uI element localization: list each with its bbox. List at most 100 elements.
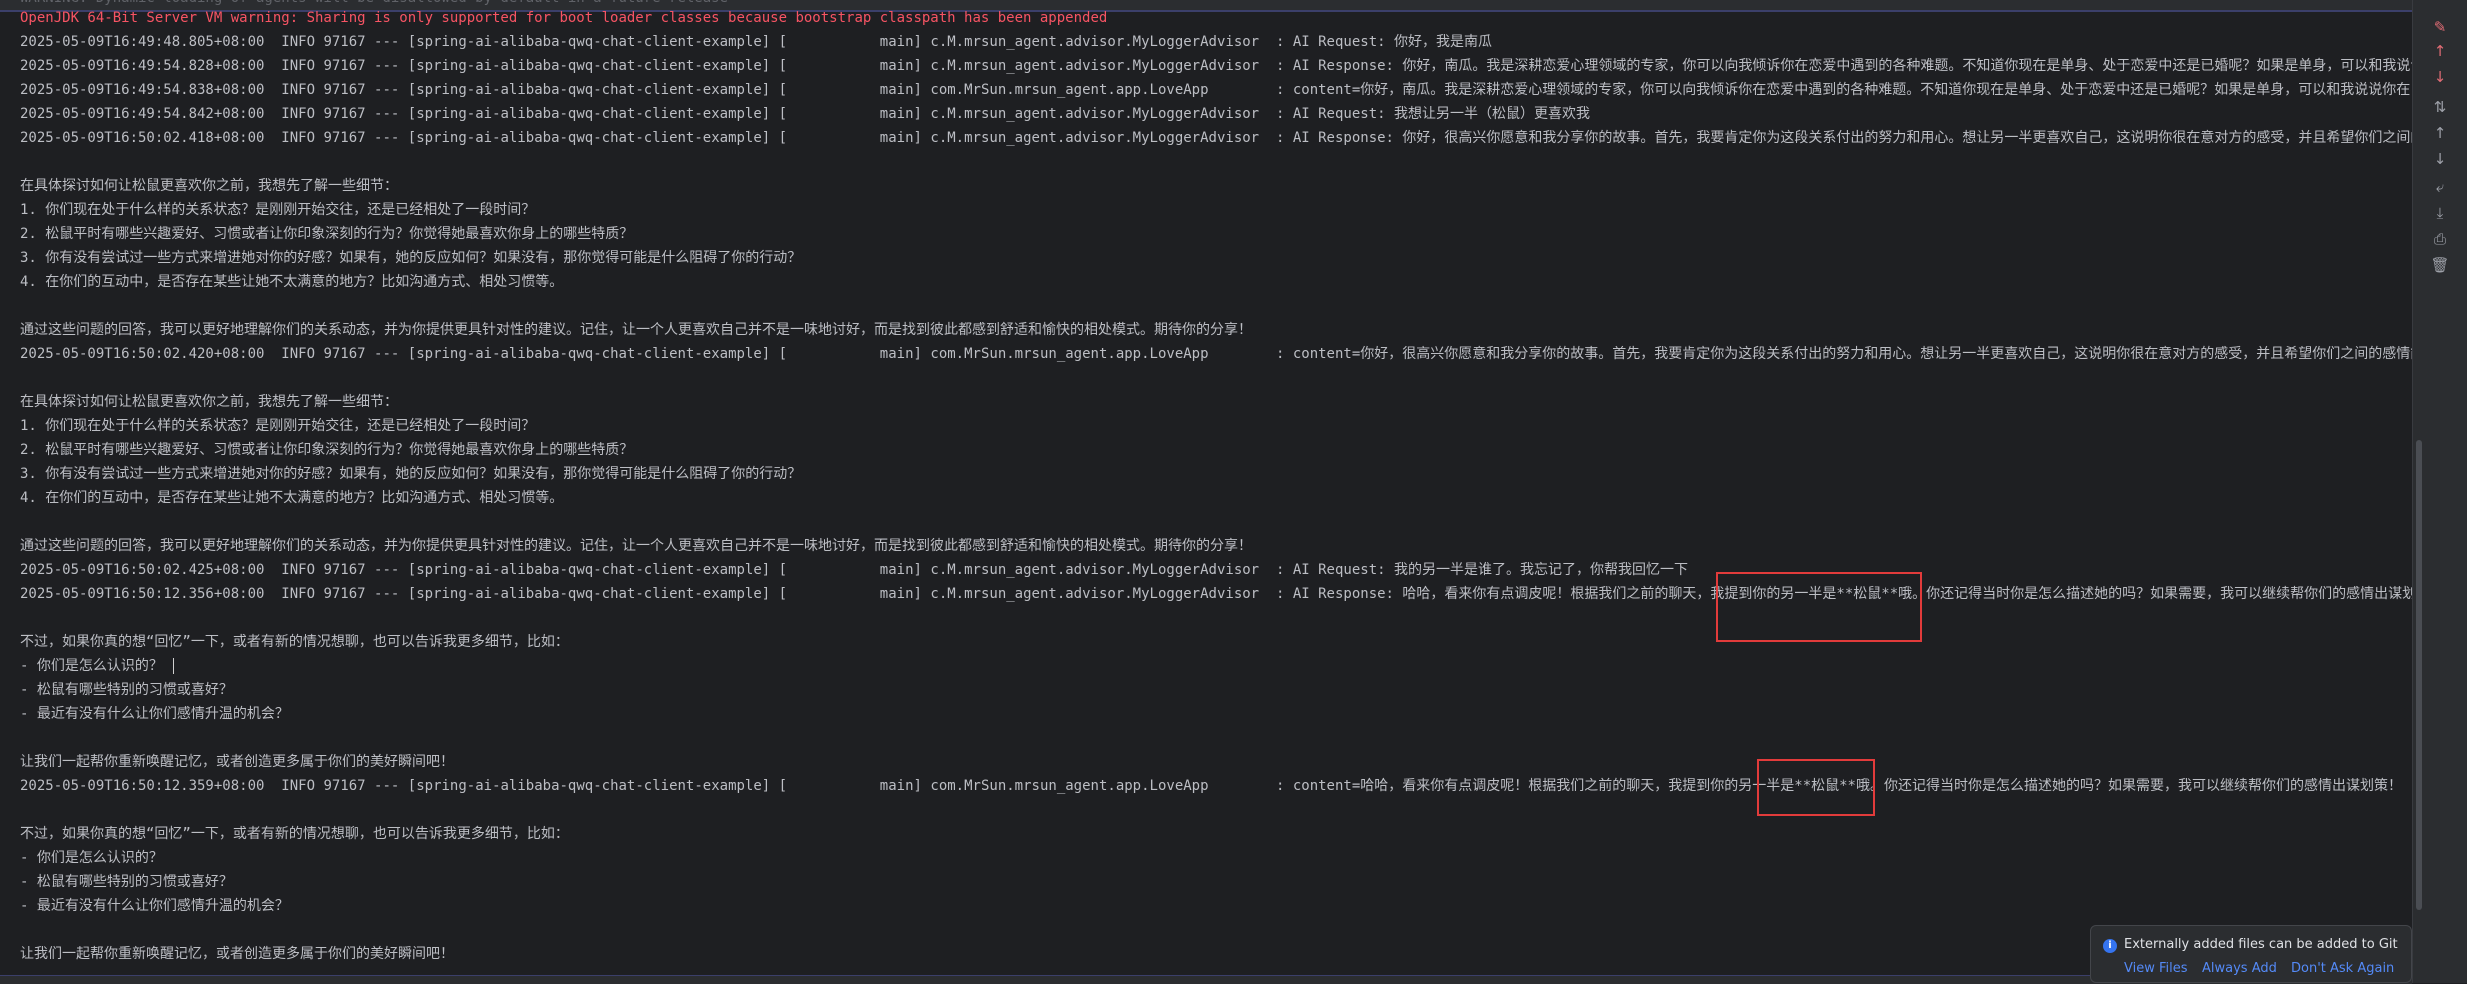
log-pid: 97167 <box>323 58 366 74</box>
brush-icon[interactable]: ✎ <box>2429 18 2451 36</box>
log-separator: --- <box>374 130 400 146</box>
highlight-box-response <box>1716 572 1922 642</box>
log-app-name: [spring-ai-alibaba-qwq-chat-client-examp… <box>407 106 771 122</box>
log-app-name: [spring-ai-alibaba-qwq-chat-client-examp… <box>407 346 771 362</box>
output-text-line: 不过，如果你真的想“回忆”一下，或者有新的情况想聊，也可以告诉我更多细节，比如： <box>20 822 569 846</box>
log-logger: c.M.mrsun_agent.advisor.MyLoggerAdvisor <box>930 130 1268 146</box>
output-text: - 最近有没有什么让你们感情升温的机会？ <box>20 898 289 914</box>
arrow-up-red-icon[interactable]: ↑ <box>2429 42 2451 60</box>
log-separator: --- <box>374 346 400 362</box>
vertical-scrollbar[interactable] <box>2416 440 2422 910</box>
log-separator: --- <box>374 34 400 50</box>
always-add-link[interactable]: Always Add <box>2202 961 2277 976</box>
log-line: 2025-05-09T16:49:54.842+08:00 INFO 97167… <box>20 102 1590 126</box>
arrow-down-red-icon[interactable]: ↓ <box>2429 68 2451 86</box>
output-text-line: 4. 在你们的互动中，是否存在某些让她不太满意的地方？比如沟通方式、相处习惯等。 <box>20 270 563 294</box>
log-pid: 97167 <box>323 586 366 602</box>
log-app-name: [spring-ai-alibaba-qwq-chat-client-examp… <box>407 130 771 146</box>
log-logger: com.MrSun.mrsun_agent.app.LoveApp <box>930 346 1268 362</box>
arrow-up-icon[interactable]: ↑ <box>2429 124 2451 142</box>
log-pid: 97167 <box>323 82 366 98</box>
view-files-link[interactable]: View Files <box>2124 961 2188 976</box>
log-message: : AI Request: 你好，我是南瓜 <box>1275 34 1492 50</box>
output-text: 让我们一起帮你重新唤醒记忆，或者创造更多属于你们的美好瞬间吧！ <box>20 946 454 962</box>
log-message: : content=你好，很高兴你愿意和我分享你的故事。首先，我要肯定你为这段关… <box>1275 346 2412 362</box>
log-separator: --- <box>374 586 400 602</box>
log-level: INFO <box>281 586 316 602</box>
output-text: 不过，如果你真的想“回忆”一下，或者有新的情况想聊，也可以告诉我更多细节，比如： <box>20 826 569 842</box>
output-text: 3. 你有没有尝试过一些方式来增进她对你的好感？如果有，她的反应如何？如果没有，… <box>20 250 802 266</box>
scroll-to-end-icon[interactable]: ⤓ <box>2429 204 2451 222</box>
log-message: : content=你好，南瓜。我是深耕恋爱心理领域的专家，你可以向我倾诉你在恋… <box>1275 82 2411 98</box>
log-separator: --- <box>374 778 400 794</box>
arrow-down-icon[interactable]: ↓ <box>2429 150 2451 168</box>
output-text-line: - 你们是怎么认识的？ <box>20 654 175 678</box>
output-text: 通过这些问题的回答，我可以更好地理解你们的关系动态，并为你提供更具针对性的建议。… <box>20 322 1252 338</box>
log-message: : AI Response: 你好，南瓜。我是深耕恋爱心理领域的专家，你可以向我… <box>1275 58 2412 74</box>
text-cursor <box>173 658 175 674</box>
output-text-line: - 你们是怎么认识的？ <box>20 846 163 870</box>
log-timestamp: 2025-05-09T16:49:54.828+08:00 <box>20 58 265 74</box>
log-thread: [ main] <box>778 778 922 794</box>
info-icon: i <box>2103 939 2117 953</box>
jvm-warning-line: OpenJDK 64-Bit Server VM warning: Sharin… <box>20 10 1108 26</box>
log-app-name: [spring-ai-alibaba-qwq-chat-client-examp… <box>407 562 771 578</box>
output-text-line: - 最近有没有什么让你们感情升温的机会？ <box>20 702 289 726</box>
log-line: 2025-05-09T16:50:02.425+08:00 INFO 97167… <box>20 558 1688 582</box>
log-timestamp: 2025-05-09T16:50:12.359+08:00 <box>20 778 265 794</box>
output-text-line: 3. 你有没有尝试过一些方式来增进她对你的好感？如果有，她的反应如何？如果没有，… <box>20 462 801 486</box>
log-timestamp: 2025-05-09T16:49:54.838+08:00 <box>20 82 265 98</box>
output-text: - 你们是怎么认识的？ <box>20 850 163 866</box>
log-logger: c.M.mrsun_agent.advisor.MyLoggerAdvisor <box>930 34 1268 50</box>
log-line: 2025-05-09T16:49:54.838+08:00 INFO 97167… <box>20 78 2410 102</box>
log-pid: 97167 <box>323 346 366 362</box>
sort-icon[interactable]: ⇅ <box>2429 98 2451 116</box>
output-text-line: 4. 在你们的互动中，是否存在某些让她不太满意的地方？比如沟通方式、相处习惯等。 <box>20 486 563 510</box>
trash-icon[interactable]: 🗑 <box>2429 256 2451 274</box>
output-text: 在具体探讨如何让松鼠更喜欢你之前，我想先了解一些细节： <box>20 394 398 410</box>
log-separator: --- <box>374 82 400 98</box>
log-separator: --- <box>374 58 400 74</box>
log-app-name: [spring-ai-alibaba-qwq-chat-client-examp… <box>407 58 771 74</box>
log-line: 2025-05-09T16:50:12.356+08:00 INFO 97167… <box>20 582 2412 606</box>
log-logger: c.M.mrsun_agent.advisor.MyLoggerAdvisor <box>930 586 1268 602</box>
log-timestamp: 2025-05-09T16:50:02.418+08:00 <box>20 130 265 146</box>
log-level: INFO <box>281 778 316 794</box>
print-icon[interactable]: ⎙ <box>2429 230 2451 248</box>
log-thread: [ main] <box>778 106 922 122</box>
output-text-line: 3. 你有没有尝试过一些方式来增进她对你的好感？如果有，她的反应如何？如果没有，… <box>20 246 801 270</box>
log-app-name: [spring-ai-alibaba-qwq-chat-client-examp… <box>407 82 771 98</box>
log-thread: [ main] <box>778 34 922 50</box>
log-pid: 97167 <box>323 562 366 578</box>
output-text-line: 通过这些问题的回答，我可以更好地理解你们的关系动态，并为你提供更具针对性的建议。… <box>20 534 1252 558</box>
output-text-line: 让我们一起帮你重新唤醒记忆，或者创造更多属于你们的美好瞬间吧！ <box>20 942 454 966</box>
log-thread: [ main] <box>778 82 922 98</box>
log-logger: com.MrSun.mrsun_agent.app.LoveApp <box>930 778 1268 794</box>
output-text: - 你们是怎么认识的？ <box>20 658 172 674</box>
output-text: - 松鼠有哪些特别的习惯或喜好？ <box>20 682 233 698</box>
soft-wrap-icon[interactable]: ⤶ <box>2429 178 2451 196</box>
log-level: INFO <box>281 58 316 74</box>
output-text: - 松鼠有哪些特别的习惯或喜好？ <box>20 874 233 890</box>
log-thread: [ main] <box>778 130 922 146</box>
log-thread: [ main] <box>778 58 922 74</box>
output-text-line: 2. 松鼠平时有哪些兴趣爱好、习惯或者让你印象深刻的行为？你觉得她最喜欢你身上的… <box>20 222 633 246</box>
log-separator: --- <box>374 106 400 122</box>
log-timestamp: 2025-05-09T16:50:02.425+08:00 <box>20 562 265 578</box>
log-app-name: [spring-ai-alibaba-qwq-chat-client-examp… <box>407 586 771 602</box>
log-line: 2025-05-09T16:50:02.418+08:00 INFO 97167… <box>20 126 2412 150</box>
git-notification-popup: i Externally added files can be added to… <box>2090 925 2412 983</box>
output-text-line: - 最近有没有什么让你们感情升温的机会？ <box>20 894 289 918</box>
output-text-line: 在具体探讨如何让松鼠更喜欢你之前，我想先了解一些细节： <box>20 174 398 198</box>
output-text-line: 2. 松鼠平时有哪些兴趣爱好、习惯或者让你印象深刻的行为？你觉得她最喜欢你身上的… <box>20 438 633 462</box>
log-message: : AI Response: 你好，很高兴你愿意和我分享你的故事。首先，我要肯定… <box>1275 130 2412 146</box>
run-console[interactable]: WARNING: Dynamic loading of agents will … <box>0 0 2412 983</box>
output-text-line: 通过这些问题的回答，我可以更好地理解你们的关系动态，并为你提供更具针对性的建议。… <box>20 318 1252 342</box>
output-text: 4. 在你们的互动中，是否存在某些让她不太满意的地方？比如沟通方式、相处习惯等。 <box>20 490 564 506</box>
log-separator: --- <box>374 562 400 578</box>
output-text: 1. 你们现在处于什么样的关系状态？是刚刚开始交往，还是已经相处了一段时间？ <box>20 418 536 434</box>
dont-ask-again-link[interactable]: Don't Ask Again <box>2291 961 2394 976</box>
output-text: 1. 你们现在处于什么样的关系状态？是刚刚开始交往，还是已经相处了一段时间？ <box>20 202 536 218</box>
log-level: INFO <box>281 82 316 98</box>
notification-message: Externally added files can be added to G… <box>2124 937 2398 952</box>
